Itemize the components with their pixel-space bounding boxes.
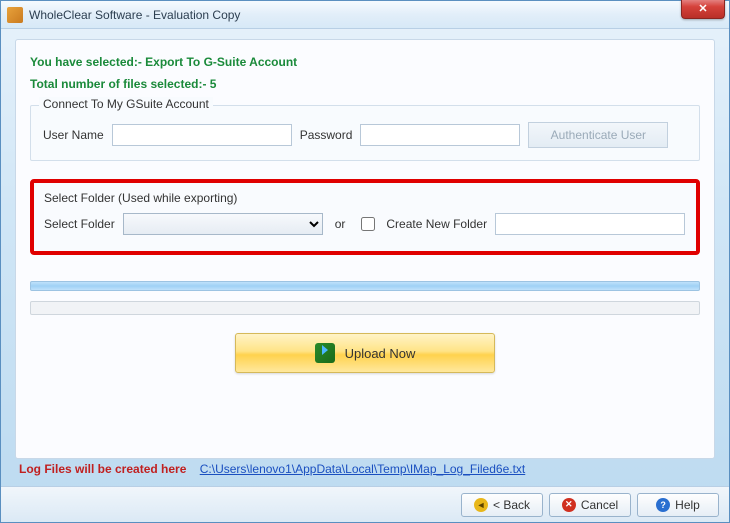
help-icon: ?: [656, 498, 670, 512]
create-folder-checkbox[interactable]: [361, 217, 375, 231]
username-label: User Name: [43, 128, 104, 142]
log-line: Log Files will be created here C:\Users\…: [19, 462, 525, 476]
close-icon: ✕: [698, 2, 707, 15]
upload-button[interactable]: Upload Now: [235, 333, 495, 373]
authenticate-button[interactable]: Authenticate User: [528, 122, 668, 148]
back-button[interactable]: ◄ < Back: [461, 493, 543, 517]
or-text: or: [335, 217, 346, 231]
window-title: WholeClear Software - Evaluation Copy: [29, 8, 240, 22]
content-panel: You have selected:- Export To G-Suite Ac…: [15, 39, 715, 459]
select-folder-row: Select Folder or Create New Folder: [44, 213, 686, 235]
connect-row: User Name Password Authenticate User: [43, 122, 687, 148]
cancel-label: Cancel: [581, 498, 618, 512]
back-icon: ◄: [474, 498, 488, 512]
select-folder-label: Select Folder: [44, 217, 115, 231]
connect-legend: Connect To My GSuite Account: [39, 97, 213, 111]
new-folder-input[interactable]: [495, 213, 685, 235]
back-label: < Back: [493, 498, 530, 512]
titlebar: WholeClear Software - Evaluation Copy ✕: [1, 1, 729, 29]
log-path-link[interactable]: C:\Users\lenovo1\AppData\Local\Temp\IMap…: [200, 462, 526, 476]
select-folder-legend: Select Folder (Used while exporting): [44, 191, 686, 205]
password-input[interactable]: [360, 124, 520, 146]
select-folder-combo[interactable]: [123, 213, 323, 235]
cancel-button[interactable]: ✕ Cancel: [549, 493, 631, 517]
create-folder-label: Create New Folder: [386, 217, 487, 231]
app-window: WholeClear Software - Evaluation Copy ✕ …: [0, 0, 730, 523]
username-input[interactable]: [112, 124, 292, 146]
selected-export-line: You have selected:- Export To G-Suite Ac…: [30, 55, 700, 69]
progress-bar: [30, 301, 700, 315]
total-files-line: Total number of files selected:- 5: [30, 77, 700, 91]
select-folder-group: Select Folder (Used while exporting) Sel…: [30, 179, 700, 255]
app-icon: [7, 7, 23, 23]
footer-bar: ◄ < Back ✕ Cancel ? Help: [1, 486, 729, 522]
upload-icon: [315, 343, 335, 363]
cancel-icon: ✕: [562, 498, 576, 512]
log-label: Log Files will be created here: [19, 462, 186, 476]
close-button[interactable]: ✕: [681, 0, 725, 19]
connect-groupbox: Connect To My GSuite Account User Name P…: [30, 105, 700, 161]
help-button[interactable]: ? Help: [637, 493, 719, 517]
progress-strip: [30, 281, 700, 291]
password-label: Password: [300, 128, 353, 142]
upload-label: Upload Now: [345, 346, 416, 361]
help-label: Help: [675, 498, 700, 512]
